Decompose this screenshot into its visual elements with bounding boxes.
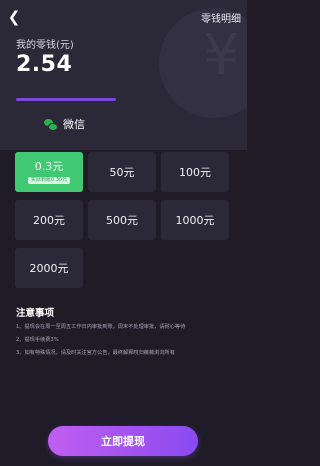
amount-option-0-3[interactable]: 0.3元 实际到账0.30元 bbox=[15, 152, 83, 192]
balance-header: ¥ ❮ 零钱明细 我的零钱(元) 2.54 微信 bbox=[0, 0, 247, 150]
amount-option-50[interactable]: 50元 bbox=[88, 152, 156, 192]
amount-option-500[interactable]: 500元 bbox=[88, 200, 156, 240]
withdraw-now-button[interactable]: 立即提现 bbox=[48, 426, 198, 456]
notes-title: 注意事项 bbox=[16, 308, 55, 319]
back-button[interactable]: ❮ bbox=[6, 8, 22, 26]
amount-option-100[interactable]: 100元 bbox=[161, 152, 229, 192]
change-detail-link[interactable]: 零钱明细 bbox=[201, 10, 241, 25]
amount-option-1000[interactable]: 1000元 bbox=[161, 200, 229, 240]
note-item: 3、如有特殊情况，请及时关注官方公告，最终解释权归薇薇浏浏所有 bbox=[16, 350, 175, 356]
chevron-left-icon: ❮ bbox=[7, 8, 21, 26]
balance-value: 2.54 bbox=[16, 52, 73, 77]
note-item: 1、提现会在周一至周五工作日内审批到账，周末不处理审批，请耐心等待 bbox=[16, 324, 186, 330]
actual-arrival-tag: 实际到账0.30元 bbox=[27, 177, 71, 184]
balance-underline bbox=[16, 98, 116, 101]
yen-glyph-decoration: ¥ bbox=[203, 23, 239, 88]
balance-label: 我的零钱(元) bbox=[16, 40, 74, 51]
amount-option-200[interactable]: 200元 bbox=[15, 200, 83, 240]
amount-label: 0.3元 bbox=[34, 160, 64, 173]
amount-option-2000[interactable]: 2000元 bbox=[15, 248, 83, 288]
withdraw-method-wechat[interactable]: 微信 bbox=[44, 116, 85, 132]
withdraw-method-label: 微信 bbox=[63, 118, 85, 131]
note-item: 2、提现手续费3% bbox=[16, 337, 59, 343]
wechat-icon bbox=[44, 118, 58, 131]
